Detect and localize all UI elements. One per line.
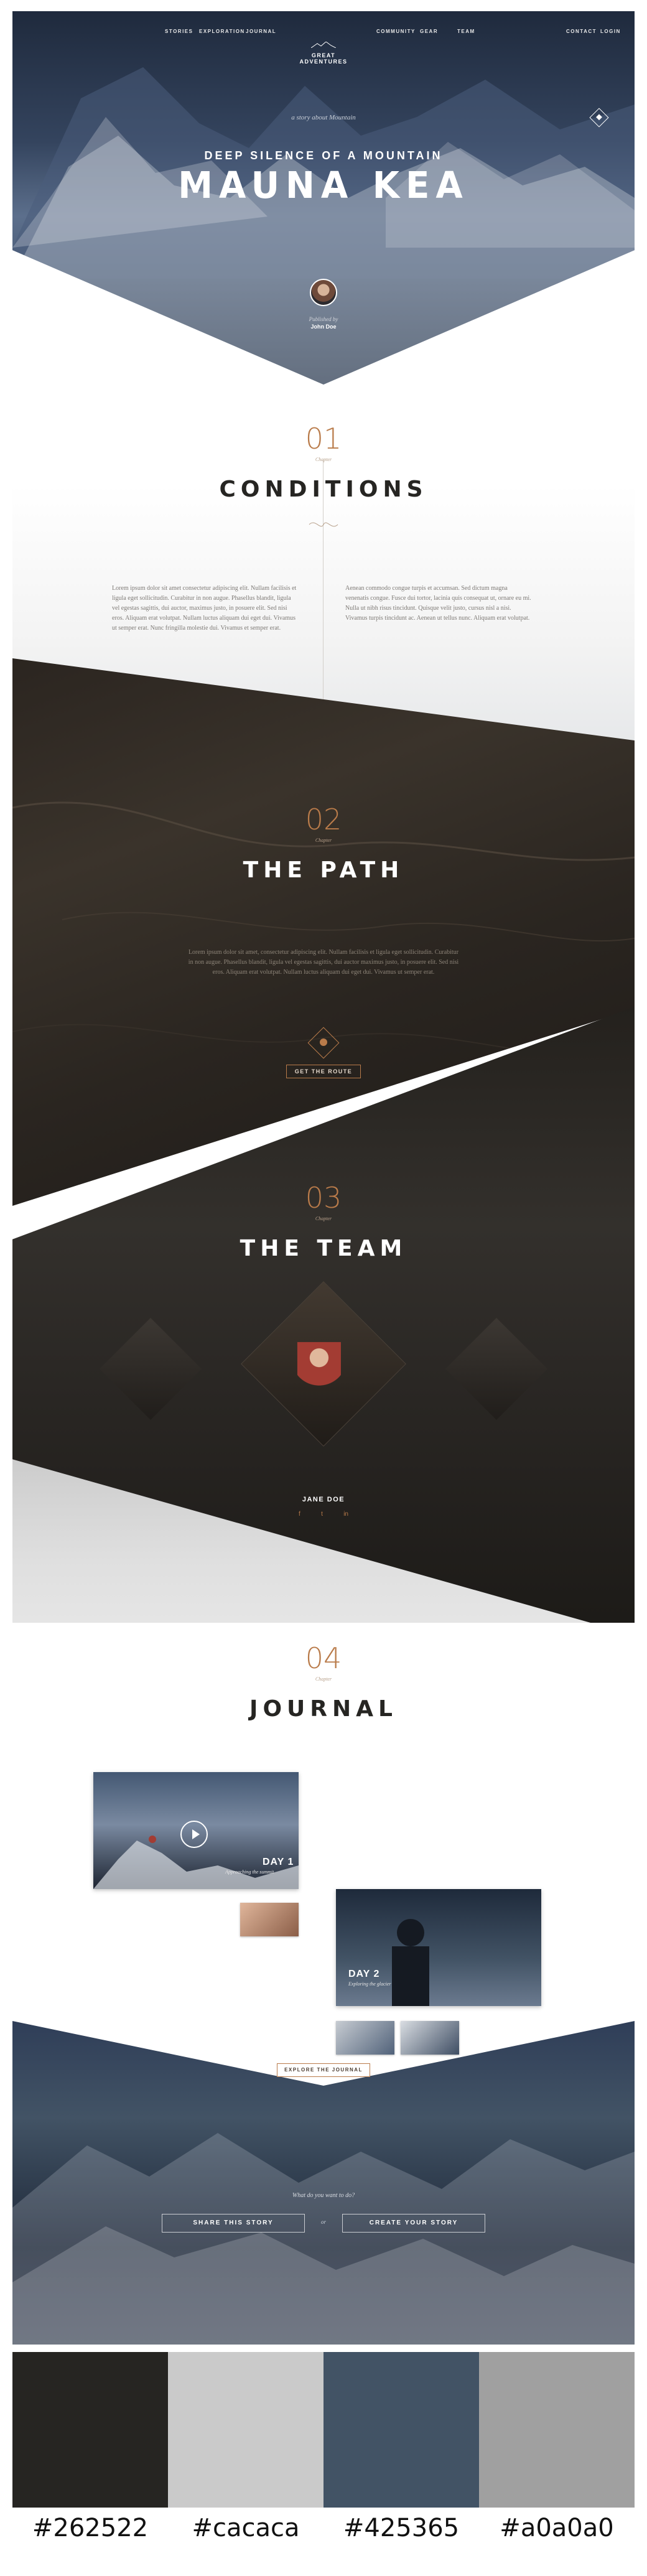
section-number-conditions: 01	[305, 422, 342, 455]
share-story-button[interactable]: SHARE THIS STORY	[162, 2214, 305, 2233]
mountain-logo-icon	[310, 41, 337, 49]
page-canvas: STORIES EXPLORATION JOURNAL GREAT ADVENT…	[12, 11, 635, 2345]
section-number-journal: 04	[305, 1641, 342, 1675]
nav-item-team[interactable]: TEAM	[457, 29, 475, 34]
hero-kicker: a story about Mountain	[291, 114, 356, 121]
journal-day-2-subtitle: Exploring the glacier	[348, 1981, 391, 1987]
hero-subtitle: DEEP SILENCE OF A MOUNTAIN	[204, 149, 443, 162]
nav-item-community[interactable]: COMMUNITY	[376, 29, 416, 34]
section-caption-journal: Chapter	[315, 1676, 332, 1682]
author-label: Published by	[309, 316, 338, 322]
journal-card-day-1[interactable]: DAY 1 Approaching the summit	[93, 1772, 299, 1889]
section-title-conditions: CONDITIONS	[219, 477, 428, 502]
team-member-name: JANE DOE	[302, 1496, 345, 1503]
nav-item-gear[interactable]: GEAR	[420, 29, 438, 34]
logo-text: GREAT ADVENTURES	[299, 52, 348, 65]
swatch-label-mid-gray: #a0a0a0	[500, 2514, 614, 2542]
section-title-path: THE PATH	[243, 857, 404, 883]
nav-item-stories[interactable]: STORIES	[165, 29, 193, 34]
section-caption-conditions: Chapter	[315, 457, 332, 462]
swatch-label-light-gray: #cacaca	[192, 2514, 300, 2542]
color-palette	[12, 2352, 635, 2508]
get-route-button[interactable]: GET THE ROUTE	[286, 1065, 361, 1078]
section-title-journal: JOURNAL	[249, 1696, 398, 1722]
nav-item-login[interactable]: LOGIN	[600, 29, 621, 34]
or-divider-text: or	[320, 2219, 326, 2225]
section-number-path: 02	[305, 803, 342, 836]
swatch-slate	[324, 2352, 479, 2508]
journal-day-1-label: DAY 1	[263, 1857, 294, 1867]
author-avatar[interactable]	[310, 279, 337, 306]
compass-dot-icon	[320, 1038, 327, 1046]
journal-thumbnail-3[interactable]	[401, 2021, 459, 2055]
team-social-links: f t in	[299, 1511, 348, 1518]
facebook-icon[interactable]: f	[299, 1511, 300, 1518]
swatch-label-slate: #425365	[343, 2514, 460, 2542]
swatch-mid-gray	[479, 2352, 635, 2508]
nav-item-exploration[interactable]: EXPLORATION	[199, 29, 245, 34]
swatch-label-dark: #262522	[32, 2514, 149, 2542]
conditions-text-right: Aenean commodo congue turpis et accumsan…	[345, 585, 531, 622]
ornament-flourish-icon	[309, 522, 338, 527]
journal-thumbnail-2[interactable]	[336, 2021, 394, 2055]
footer-prompt: What do you want to do?	[292, 2192, 355, 2199]
hero-title: MAUNA KEA	[178, 164, 469, 207]
twitter-icon[interactable]: t	[321, 1511, 323, 1518]
section-title-team: THE TEAM	[240, 1236, 407, 1261]
section-caption-path: Chapter	[315, 838, 332, 843]
hero-section: STORIES EXPLORATION JOURNAL GREAT ADVENT…	[12, 11, 635, 385]
journal-day-1-subtitle: Approaching the summit	[225, 1869, 274, 1875]
swatch-dark	[12, 2352, 168, 2508]
swatch-light-gray	[168, 2352, 324, 2508]
journal-day-2-image	[392, 1919, 429, 2006]
nav-item-contact[interactable]: CONTACT	[566, 29, 597, 34]
explore-journal-button[interactable]: EXPLORE THE JOURNAL	[277, 2063, 370, 2077]
journal-day-2-label: DAY 2	[348, 1969, 380, 1979]
journal-card-day-2[interactable]: DAY 2 Exploring the glacier	[336, 1889, 541, 2006]
section-number-team: 03	[305, 1181, 342, 1215]
author-name[interactable]: John Doe	[12, 324, 635, 330]
member-portrait-figure	[297, 1342, 341, 1398]
palette-labels: #262522 #cacaca #425365 #a0a0a0	[12, 2514, 635, 2542]
conditions-text-left: Lorem ipsum dolor sit amet consectetur a…	[112, 585, 297, 632]
path-text: Lorem ipsum dolor sit amet, consectetur …	[188, 949, 459, 976]
play-video-icon[interactable]	[180, 1821, 208, 1848]
section-caption-team: Chapter	[315, 1216, 332, 1221]
brand-logo[interactable]: GREAT ADVENTURES	[292, 40, 355, 65]
nav-item-journal[interactable]: JOURNAL	[246, 29, 276, 34]
linkedin-icon[interactable]: in	[343, 1511, 348, 1518]
create-story-button[interactable]: CREATE YOUR STORY	[342, 2214, 485, 2233]
journal-thumbnail-1[interactable]	[240, 1903, 299, 1936]
top-navigation: STORIES EXPLORATION JOURNAL GREAT ADVENT…	[12, 29, 635, 65]
